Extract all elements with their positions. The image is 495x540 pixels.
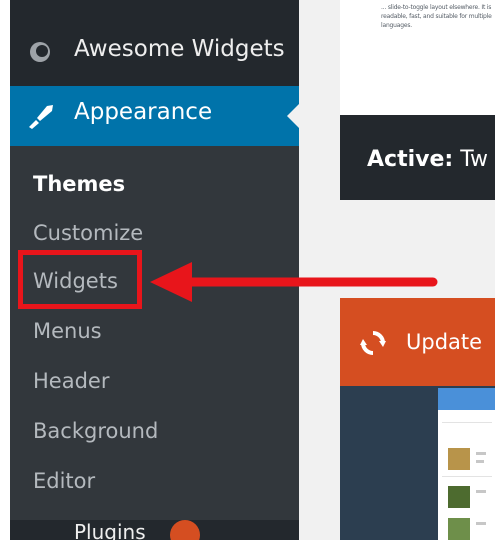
update-count-badge (170, 520, 200, 540)
preview-panel (438, 388, 495, 540)
submenu-item-header[interactable]: Header (33, 369, 109, 393)
submenu-item-background[interactable]: Background (33, 419, 158, 443)
menu-item-appearance[interactable]: Appearance (10, 86, 299, 146)
submenu-item-editor[interactable]: Editor (33, 469, 95, 493)
preview-divider (442, 422, 492, 423)
submenu-item-customize[interactable]: Customize (33, 221, 143, 245)
submenu-item-menus[interactable]: Menus (33, 319, 102, 343)
preview-thumbnail (448, 486, 470, 508)
menu-item-label: Plugins (74, 520, 146, 540)
preview-text-line (476, 452, 486, 455)
submenu-item-themes[interactable]: Themes (33, 172, 125, 196)
menu-item-plugins[interactable]: Plugins (10, 520, 299, 540)
theme-description: ... slide-to-toggle layout elsewhere. It… (381, 4, 492, 29)
preview-divider (442, 476, 492, 477)
widgets-highlight-box (18, 250, 142, 309)
preview-panel-header (438, 388, 495, 410)
active-prefix: Active: (367, 147, 454, 172)
menu-item-label: Appearance (74, 99, 213, 125)
preview-thumbnail (448, 448, 470, 470)
menu-item-label: Awesome Widgets (74, 36, 285, 62)
plugin-icon (30, 42, 50, 62)
preview-text-line (476, 490, 486, 493)
preview-thumbnail (448, 518, 470, 540)
theme-screenshot-preview (340, 386, 495, 540)
menu-item-awesome-widgets[interactable]: Awesome Widgets (10, 0, 299, 86)
current-menu-indicator (287, 104, 299, 128)
update-button-label: Update (406, 330, 483, 354)
active-theme-name: Tw (460, 147, 488, 172)
paintbrush-icon (29, 105, 53, 129)
preview-text-line (476, 460, 484, 463)
active-theme-bar: Active: Tw (340, 115, 495, 200)
update-theme-button[interactable]: Update (340, 298, 495, 386)
preview-text-line (476, 522, 486, 525)
update-icon (360, 331, 386, 355)
active-theme-label: Active: Tw (367, 147, 488, 172)
